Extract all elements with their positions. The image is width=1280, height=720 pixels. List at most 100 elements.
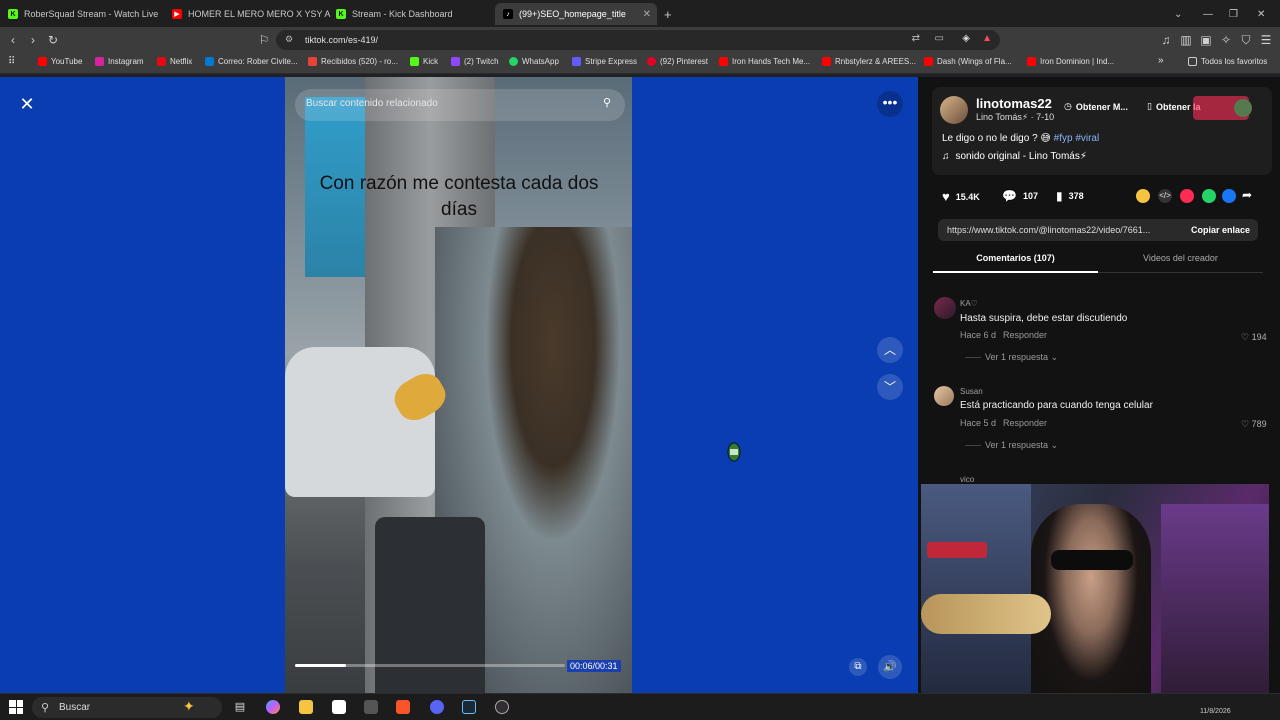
sidebar-icon[interactable]: ▥: [1178, 32, 1194, 48]
steam-icon[interactable]: [462, 700, 476, 714]
comment-like[interactable]: ♡ 789: [1241, 419, 1267, 430]
hashtags[interactable]: #fyp #viral: [1054, 133, 1100, 144]
related-search-bar[interactable]: Buscar contenido relacionado ⚲: [295, 89, 625, 121]
facebook-share-icon[interactable]: [1222, 189, 1236, 203]
bookmark-icon[interactable]: ⚐: [256, 32, 272, 48]
apps-grid-icon[interactable]: ⠿: [8, 56, 15, 67]
maximize-icon[interactable]: ❐: [1229, 3, 1238, 25]
tab-search-icon[interactable]: ⌄: [1174, 3, 1182, 25]
search-icon[interactable]: ⚲: [603, 96, 611, 109]
bookmark-kick[interactable]: Kick: [410, 57, 438, 66]
video-link-text[interactable]: https://www.tiktok.com/@linotomas22/vide…: [947, 225, 1150, 235]
embed-icon[interactable]: </>: [1158, 189, 1172, 203]
music-note-icon: ♫: [942, 151, 950, 162]
obtener-m-button[interactable]: ◷ Obtener M...: [1064, 101, 1128, 112]
view-replies-button[interactable]: Ver 1 respuesta ⌄: [985, 440, 1058, 451]
address-bar[interactable]: ⚙ tiktok.com/es-419/ ⇄ ▭ ◈ ▲: [276, 30, 1000, 50]
miniplayer-icon[interactable]: ⧉: [849, 658, 867, 676]
bookmark-dash[interactable]: Dash (Wings of Fla...: [924, 57, 1012, 66]
cast-icon[interactable]: ▭: [935, 33, 944, 44]
translate-icon[interactable]: ⇄: [912, 33, 920, 44]
bookmark-pinterest[interactable]: (92) Pinterest: [647, 57, 708, 66]
minimize-icon[interactable]: —: [1203, 3, 1213, 25]
volume-icon[interactable]: 🔊: [878, 655, 902, 679]
bookmark-netflix[interactable]: Netflix: [157, 57, 192, 66]
bookmark-iron-dominion[interactable]: Iron Dominion | Ind...: [1027, 57, 1114, 66]
bookmark-instagram[interactable]: Instagram: [95, 57, 144, 66]
brave-shield-icon[interactable]: ◈: [962, 33, 970, 44]
progress-track[interactable]: [295, 664, 565, 667]
bookmark-correo[interactable]: Correo: Rober Civite...: [205, 57, 298, 66]
save-action[interactable]: ▮ 378: [1056, 189, 1084, 203]
forward-icon[interactable]: ›: [25, 32, 41, 48]
discord-icon[interactable]: [430, 700, 444, 714]
close-tab-icon[interactable]: ✕: [643, 9, 651, 20]
avatar[interactable]: [934, 297, 956, 319]
bookmark-whatsapp[interactable]: WhatsApp: [509, 57, 559, 66]
viewer-avatar[interactable]: [1234, 99, 1252, 117]
send-icon[interactable]: [1180, 189, 1194, 203]
menu-icon[interactable]: ☰: [1258, 32, 1274, 48]
comment-like[interactable]: ♡ 194: [1241, 332, 1267, 343]
new-tab-button[interactable]: +: [664, 3, 672, 25]
bookmark-gmail[interactable]: Recibidos (520) - ro...: [308, 57, 398, 66]
file-explorer-icon[interactable]: [299, 700, 313, 714]
obs-icon[interactable]: [495, 700, 509, 714]
like-action[interactable]: ♥ 15.4K: [942, 189, 980, 204]
app-icon[interactable]: [364, 700, 378, 714]
next-video-icon[interactable]: ﹀: [877, 374, 903, 400]
taskbar-search[interactable]: ⚲ Buscar ✦: [32, 697, 222, 718]
wallet-icon[interactable]: ▣: [1198, 32, 1214, 48]
sound-row[interactable]: ♫ sonido original - Lino Tomás⚡: [942, 151, 1087, 162]
reply-button[interactable]: Responder: [1003, 418, 1047, 428]
share-arrow-icon[interactable]: ➦: [1242, 188, 1252, 202]
whatsapp-share-icon[interactable]: [1202, 189, 1216, 203]
tab-robersquad[interactable]: K RoberSquad Stream - Watch Live: [8, 3, 168, 25]
media-icon[interactable]: ♫: [1158, 32, 1174, 48]
more-bookmarks-icon[interactable]: »: [1158, 55, 1164, 66]
comment-action[interactable]: 💬 107: [1002, 189, 1038, 203]
share-coin-icon[interactable]: [1136, 189, 1150, 203]
previous-video-icon[interactable]: ︿: [877, 337, 903, 363]
tab-comments[interactable]: Comentarios (107): [933, 253, 1098, 273]
vpn-icon[interactable]: ⛉: [1238, 32, 1254, 48]
avatar[interactable]: [934, 386, 954, 406]
video-player[interactable]: Buscar contenido relacionado ⚲ Con razón…: [285, 77, 632, 693]
reload-icon[interactable]: ↻: [45, 32, 61, 48]
microphone: [921, 594, 1051, 634]
comment-username[interactable]: Susan: [960, 387, 983, 396]
bookmark-twitch[interactable]: (2) Twitch: [451, 57, 499, 66]
view-replies-button[interactable]: Ver 1 respuesta ⌄: [985, 352, 1058, 363]
copilot-icon[interactable]: [266, 700, 280, 714]
bookmark-youtube[interactable]: YouTube: [38, 57, 82, 66]
comment-username[interactable]: KA♡: [960, 299, 978, 308]
all-bookmarks[interactable]: Todos los favoritos: [1188, 57, 1267, 66]
task-view-icon[interactable]: ▤: [233, 700, 247, 714]
brave-icon[interactable]: [396, 700, 410, 714]
more-options-icon[interactable]: •••: [877, 91, 903, 117]
tab-tiktok[interactable]: ♪ (99+)SEO_homepage_title ✕: [495, 3, 657, 25]
comment-username[interactable]: vico: [960, 475, 974, 484]
close-modal-icon[interactable]: ✕: [17, 94, 37, 114]
reply-button[interactable]: Responder: [1003, 330, 1047, 340]
window-close-icon[interactable]: ✕: [1257, 3, 1265, 25]
store-icon[interactable]: [332, 700, 346, 714]
leo-ai-icon[interactable]: ✧: [1218, 32, 1234, 48]
tab-title: Stream - Kick Dashboard: [352, 9, 453, 19]
tab-creator-videos[interactable]: Videos del creador: [1098, 253, 1263, 273]
kick-icon: K: [336, 9, 346, 19]
tab-kick-dashboard[interactable]: K Stream - Kick Dashboard: [336, 3, 496, 25]
back-icon[interactable]: ‹: [5, 32, 21, 48]
creator-username[interactable]: linotomas22: [976, 96, 1052, 111]
bookmark-stripe[interactable]: Stripe Express: [572, 57, 637, 66]
copy-link-button[interactable]: Copiar enlace: [1191, 225, 1250, 235]
brave-rewards-icon[interactable]: ▲: [982, 33, 992, 44]
bookmark-iron-hands[interactable]: Iron Hands Tech Me...: [719, 57, 810, 66]
sunglasses: [1051, 550, 1133, 570]
bookmark-rnbstylerz[interactable]: Rnbstylerz & AREES...: [822, 57, 916, 66]
webcam-background: [1161, 504, 1269, 711]
tab-homer[interactable]: ▶ HOMER EL MERO MERO X YSY A - D: [172, 3, 332, 25]
site-info-icon[interactable]: ⚙: [285, 34, 293, 45]
avatar[interactable]: [940, 96, 968, 124]
windows-start-icon[interactable]: [9, 700, 23, 714]
